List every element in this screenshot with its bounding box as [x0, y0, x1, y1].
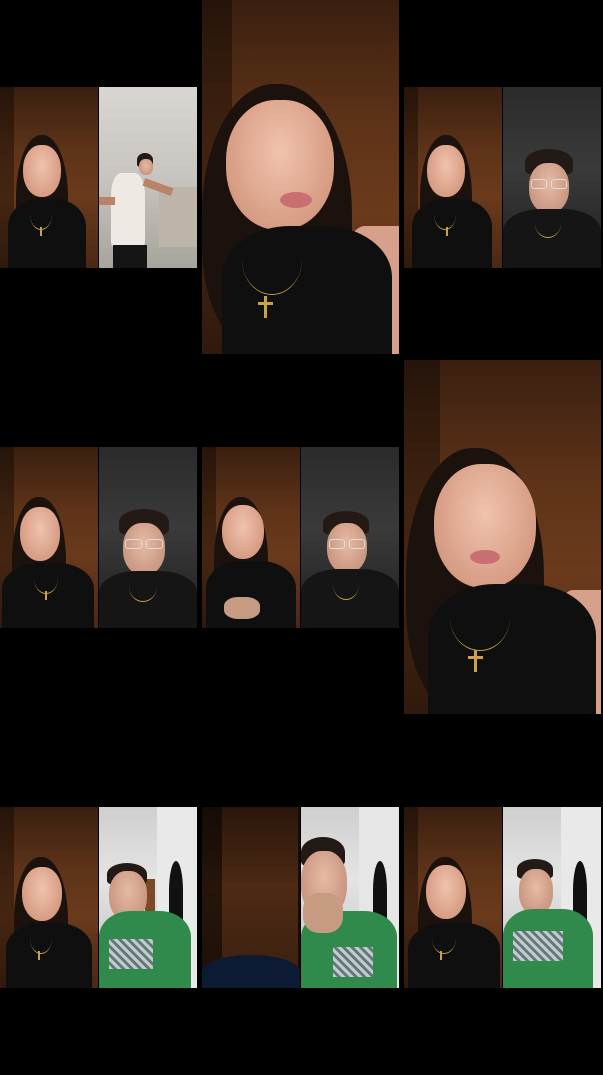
video-tile-split[interactable] [0, 447, 197, 628]
video-tile-solo[interactable] [404, 360, 601, 714]
video-left-girl [0, 87, 98, 268]
video-right-guy-green-shirt [503, 807, 601, 988]
video-right-guy-covering-face [301, 807, 399, 988]
video-tile-split[interactable] [0, 87, 197, 268]
video-tile-split[interactable] [404, 87, 601, 268]
video-tile-solo[interactable] [202, 0, 399, 354]
video-right-guy-glasses [301, 447, 399, 628]
video-right-guy-glasses [99, 447, 197, 628]
video-left-girl [0, 447, 98, 628]
video-right-guy-glasses [503, 87, 601, 268]
video-girl-closeup [404, 360, 601, 714]
video-left-girl [404, 87, 502, 268]
video-tile-split[interactable] [202, 447, 399, 628]
video-tile-split[interactable] [404, 807, 601, 988]
video-tile-split[interactable] [0, 807, 197, 988]
video-left-girl [404, 807, 502, 988]
video-right-guy-dancing [99, 87, 197, 268]
video-tile-split[interactable] [202, 807, 399, 988]
video-left-girl [0, 807, 98, 988]
video-left-empty-door [202, 807, 300, 988]
video-left-girl [202, 447, 300, 628]
video-girl-closeup [202, 0, 399, 354]
video-right-guy-green-shirt [99, 807, 197, 988]
